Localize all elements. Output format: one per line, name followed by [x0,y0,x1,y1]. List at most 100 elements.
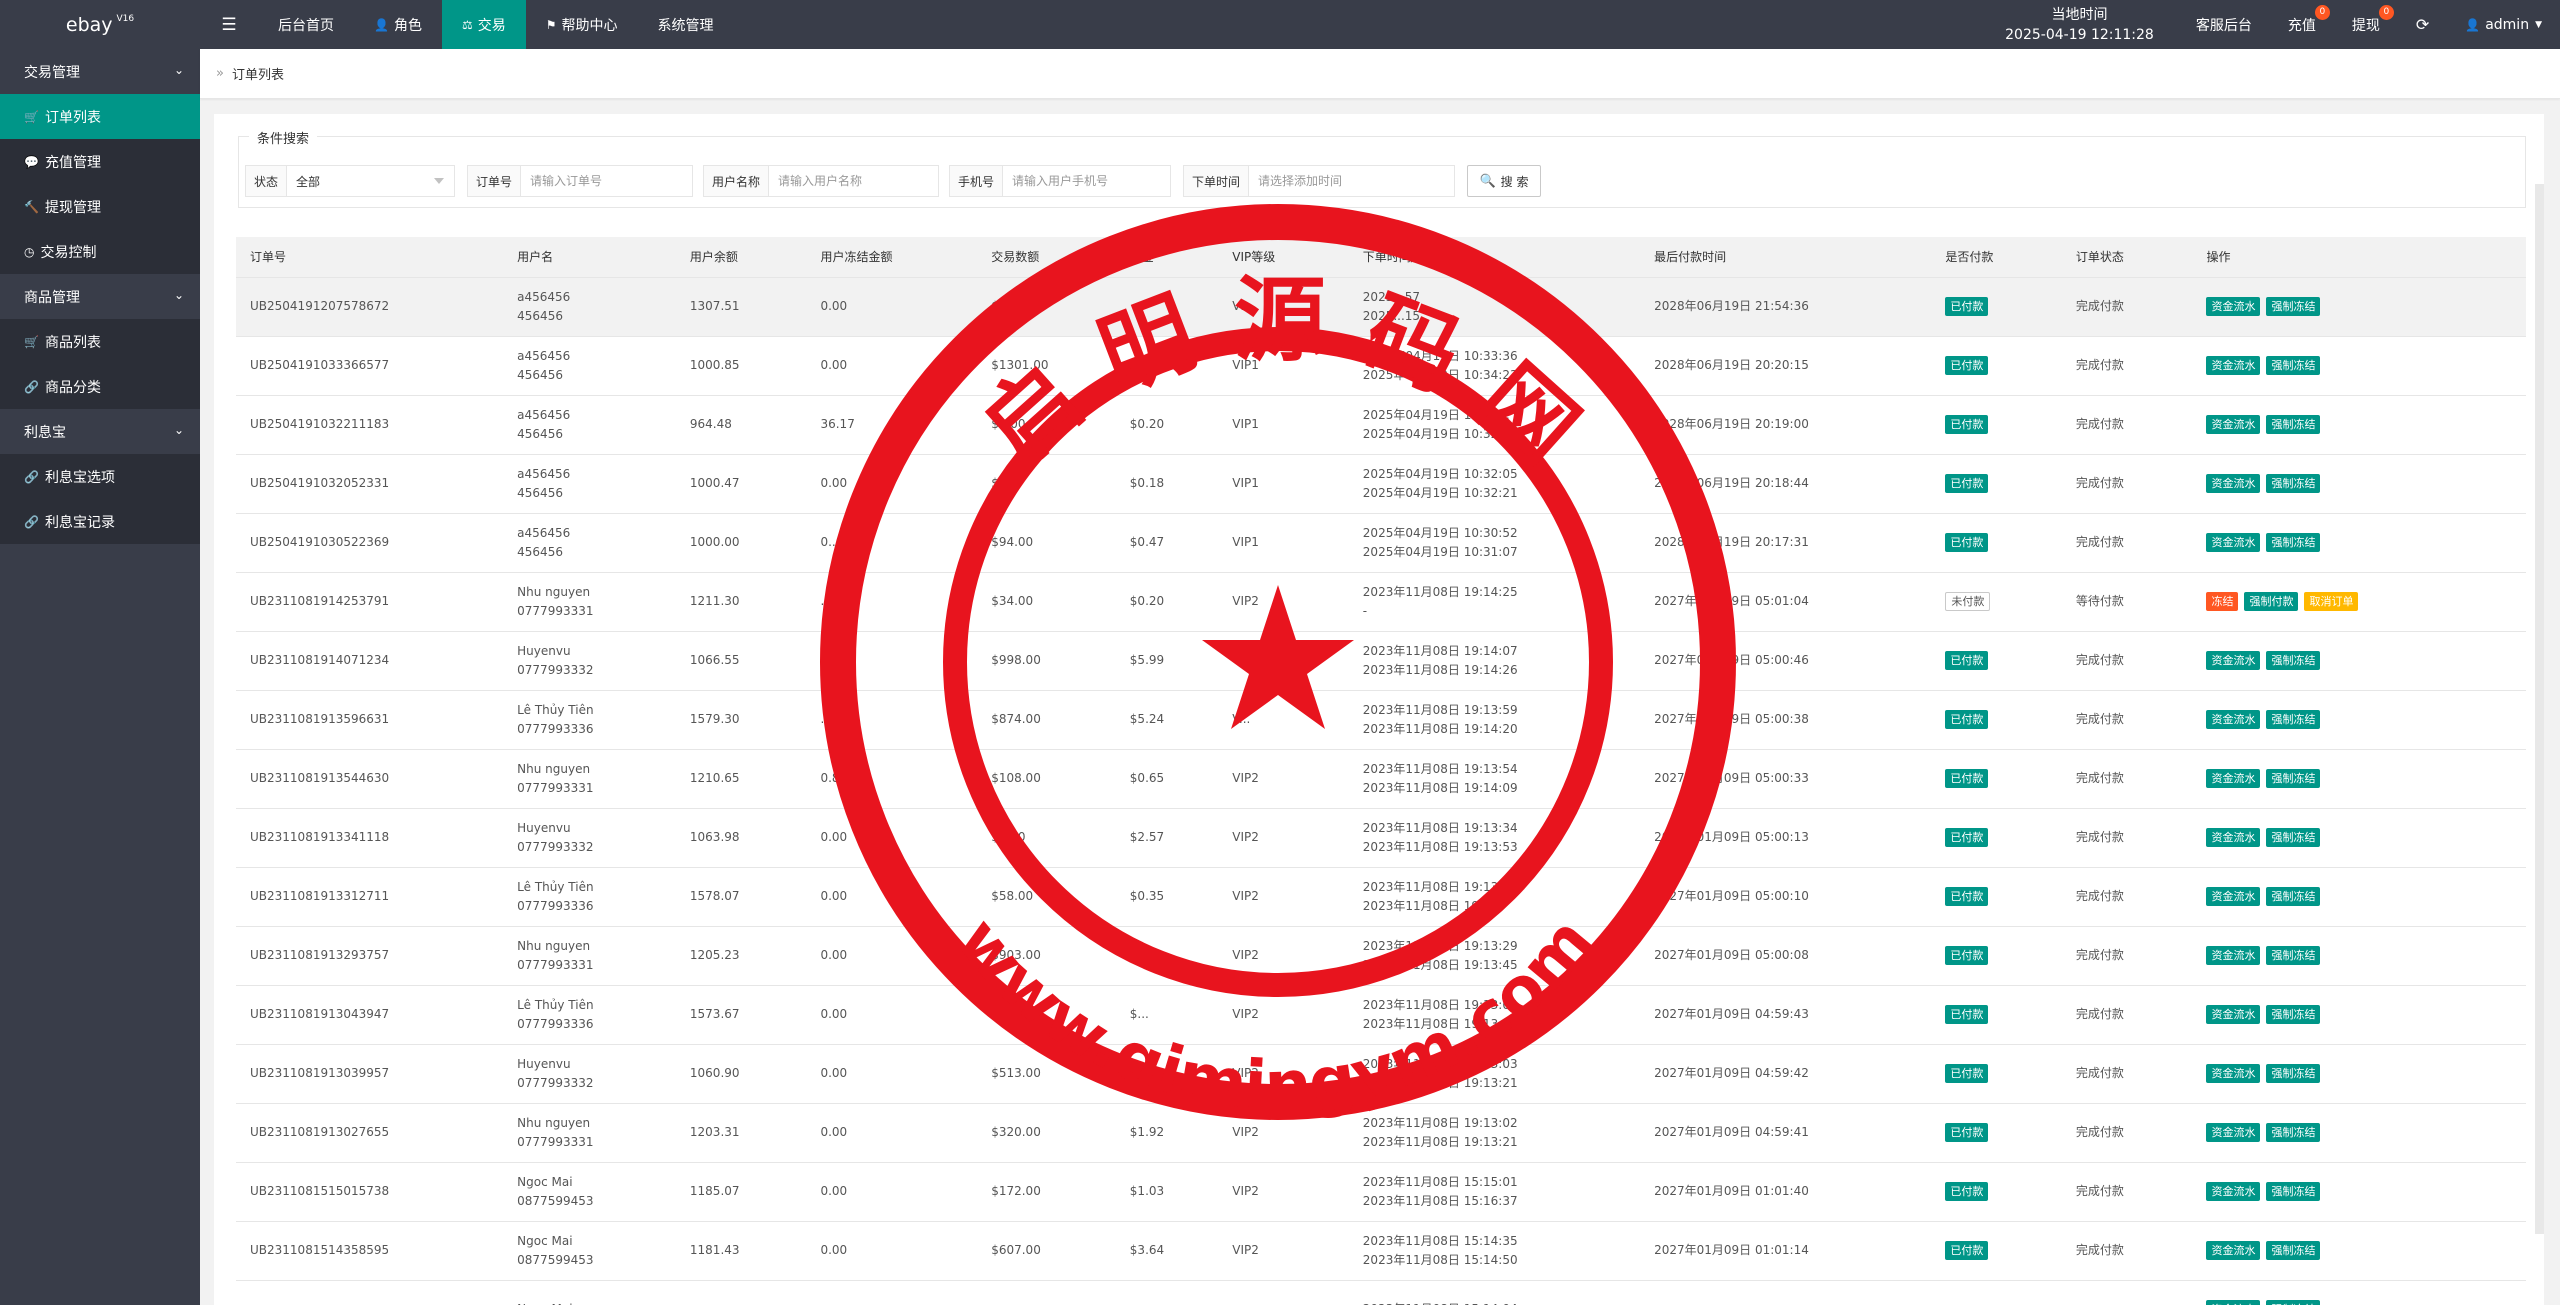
topnav-item-4[interactable]: 系统管理 [637,0,733,49]
action-button[interactable]: 强制冻结 [2266,1005,2321,1024]
action-button[interactable]: 强制冻结 [2266,533,2321,552]
action-button[interactable]: 资金流水 [2206,356,2261,375]
action-button[interactable]: 资金流水 [2206,1241,2261,1260]
sidebar-item-6[interactable]: 🛒 商品列表 [0,319,200,364]
scrollbar[interactable] [2535,184,2544,1234]
action-button[interactable]: 资金流水 [2206,1182,2261,1201]
actions-cell: 资金流水强制冻结 [2192,513,2526,573]
status-select-value[interactable]: 全部 [287,166,454,196]
table-row[interactable]: UB2311081913039957 Huyenvu 0777993332 1060.… [236,1044,2526,1104]
top-bar: ebay V16 ☰ 后台首页 👤 角色 ⚖ 交易 ⚑ 帮助中心 系统管理 当地时间 2025-… [0,0,2560,49]
sidebar-group-5[interactable]: 商品管理 ⌄ [0,274,200,319]
order-status-cell: 完成付款 [2061,1162,2193,1222]
table-row[interactable]: UB2311081913544630 Nhu nguyen 0777993331 12… [236,749,2526,809]
table-row[interactable]: UB2311081913312711 Lê Thủy Tiên 0777993336… [236,867,2526,927]
order-time-cell: 2023年11月08日 19:14:25 - [1348,572,1641,632]
commission-cell: $5.24 [1115,690,1219,750]
table-row[interactable]: UB2504191030522369 a456456 456456 1000.00 0.… [236,513,2526,573]
action-button[interactable]: 强制冻结 [2266,946,2321,965]
user-menu[interactable]: 👤 admin ▼ [2447,0,2560,49]
action-button[interactable]: 资金流水 [2206,1123,2261,1142]
commission-cell [1115,1280,1219,1305]
action-button[interactable]: 强制付款 [2244,592,2299,611]
sidebar-item-1[interactable]: 🛒 订单列表 [0,94,200,139]
action-button[interactable]: 资金流水 [2206,887,2261,906]
action-button[interactable]: 冻结 [2206,592,2239,611]
refresh-icon[interactable]: ⟳ [2398,0,2447,49]
search-button[interactable]: 🔍 搜 索 [1467,165,1541,197]
action-button[interactable]: 强制冻结 [2266,474,2321,493]
username-input[interactable] [769,166,938,196]
action-button[interactable]: 资金流水 [2206,1064,2261,1083]
topnav-item-0[interactable]: 后台首页 [258,0,354,49]
table-row[interactable]: UB2504191032211183 a456456 456456 964.48 36.… [236,395,2526,455]
action-button[interactable]: 强制冻结 [2266,1123,2321,1142]
sidebar-item-4[interactable]: ◷ 交易控制 [0,229,200,274]
paid-cell: 已付款 [1931,395,2062,455]
table-row[interactable]: Ngoc Mai 2023年11月08日 15:14:04 资金流水强制冻结 [236,1280,2526,1305]
action-button[interactable]: 资金流水 [2206,533,2261,552]
withdraw-link[interactable]: 提现 0 [2334,0,2398,49]
action-button[interactable]: 强制冻结 [2266,769,2321,788]
action-button[interactable]: 强制冻结 [2266,828,2321,847]
action-button[interactable]: 强制冻结 [2266,1300,2321,1305]
action-button[interactable]: 强制冻结 [2266,710,2321,729]
action-button[interactable]: 强制冻结 [2266,356,2321,375]
action-button[interactable]: 资金流水 [2206,651,2261,670]
table-row[interactable]: UB2311081914253791 Nhu nguyen 0777993331 12… [236,572,2526,632]
table-row[interactable]: UB2311081913293757 Nhu nguyen 0777993331 12… [236,926,2526,986]
order-id-cell-text: UB2311081514358595 [250,1243,390,1257]
sidebar-item-2[interactable]: 💬 充值管理 [0,139,200,184]
topnav-item-3[interactable]: ⚑ 帮助中心 [526,0,638,49]
topnav-item-2[interactable]: ⚖ 交易 [441,0,526,49]
table-row[interactable]: UB2311081514358595 Ngoc Mai 0877599453 1181… [236,1221,2526,1281]
action-button[interactable]: 资金流水 [2206,828,2261,847]
action-button[interactable]: 取消订单 [2304,592,2359,611]
status-select[interactable]: 状态 全部 [245,165,455,197]
sidebar-item-7[interactable]: 🔗 商品分类 [0,364,200,409]
action-button[interactable]: 强制冻结 [2266,887,2321,906]
order-number-input[interactable] [521,166,692,196]
action-button[interactable]: 资金流水 [2206,297,2261,316]
table-row[interactable]: UB2311081913027655 Nhu nguyen 0777993331 12… [236,1103,2526,1163]
action-button[interactable]: 强制冻结 [2266,1182,2321,1201]
menu-toggle-icon[interactable]: ☰ [200,0,258,49]
action-button[interactable]: 强制冻结 [2266,415,2321,434]
vip-cell-text: VIP2 [1232,771,1259,785]
breadcrumb-current[interactable]: 订单列表 [232,64,284,83]
sidebar-item-10[interactable]: 🔗 利息宝记录 [0,499,200,544]
action-button[interactable]: 资金流水 [2206,415,2261,434]
action-button[interactable]: 资金流水 [2206,769,2261,788]
table-row[interactable]: UB2504191033366577 a456456 456456 1000.85 0.… [236,336,2526,396]
action-button[interactable]: 资金流水 [2206,1005,2261,1024]
sidebar-item-3[interactable]: 🔨 提现管理 [0,184,200,229]
table-row[interactable]: UB2504191032052331 a456456 456456 1000.47 0.… [236,454,2526,514]
sidebar-item-9[interactable]: 🔗 利息宝选项 [0,454,200,499]
order-id-cell-text: UB2504191207578672 [250,299,390,313]
order-time-cell-text: 2025年04月19日 10:31:07 [1362,544,1518,559]
action-button[interactable]: 资金流水 [2206,710,2261,729]
sidebar-group-0[interactable]: 交易管理 ⌄ [0,49,200,94]
action-button[interactable]: 资金流水 [2206,474,2261,493]
app-logo[interactable]: ebay V16 [0,0,200,49]
sidebar-group-8[interactable]: 利息宝 ⌄ [0,409,200,454]
order-time-cell: 2023年11月08日 15:14:35 2023年11月08日 15:14:50 [1348,1221,1641,1281]
table-row[interactable]: UB2311081914071234 Huyenvu 0777993332 1066.… [236,631,2526,691]
recharge-link[interactable]: 充值 0 [2270,0,2334,49]
table-row[interactable]: UB2311081913043947 Lê Thủy Tiên 0777993336… [236,985,2526,1045]
support-link[interactable]: 客服后台 [2178,0,2270,49]
action-button[interactable]: 强制冻结 [2266,1064,2321,1083]
table-row[interactable]: UB2311081515015738 Ngoc Mai 0877599453 1185… [236,1162,2526,1222]
action-button[interactable]: 强制冻结 [2266,651,2321,670]
table-row[interactable]: UB2311081913596631 Lê Thủy Tiên 0777993336… [236,690,2526,750]
action-button[interactable]: 强制冻结 [2266,1241,2321,1260]
topnav-item-1[interactable]: 👤 角色 [354,0,442,49]
action-button[interactable]: 资金流水 [2206,1300,2261,1305]
balance-cell: 1578.07 [675,867,807,927]
action-button[interactable]: 资金流水 [2206,946,2261,965]
table-row[interactable]: UB2504191207578672 a456456 456456 1307.51 0.… [236,277,2526,337]
order-time-input[interactable] [1249,166,1454,196]
table-row[interactable]: UB2311081913341118 Huyenvu 0777993332 1063.… [236,808,2526,868]
phone-input[interactable] [1003,166,1170,196]
action-button[interactable]: 强制冻结 [2266,297,2321,316]
